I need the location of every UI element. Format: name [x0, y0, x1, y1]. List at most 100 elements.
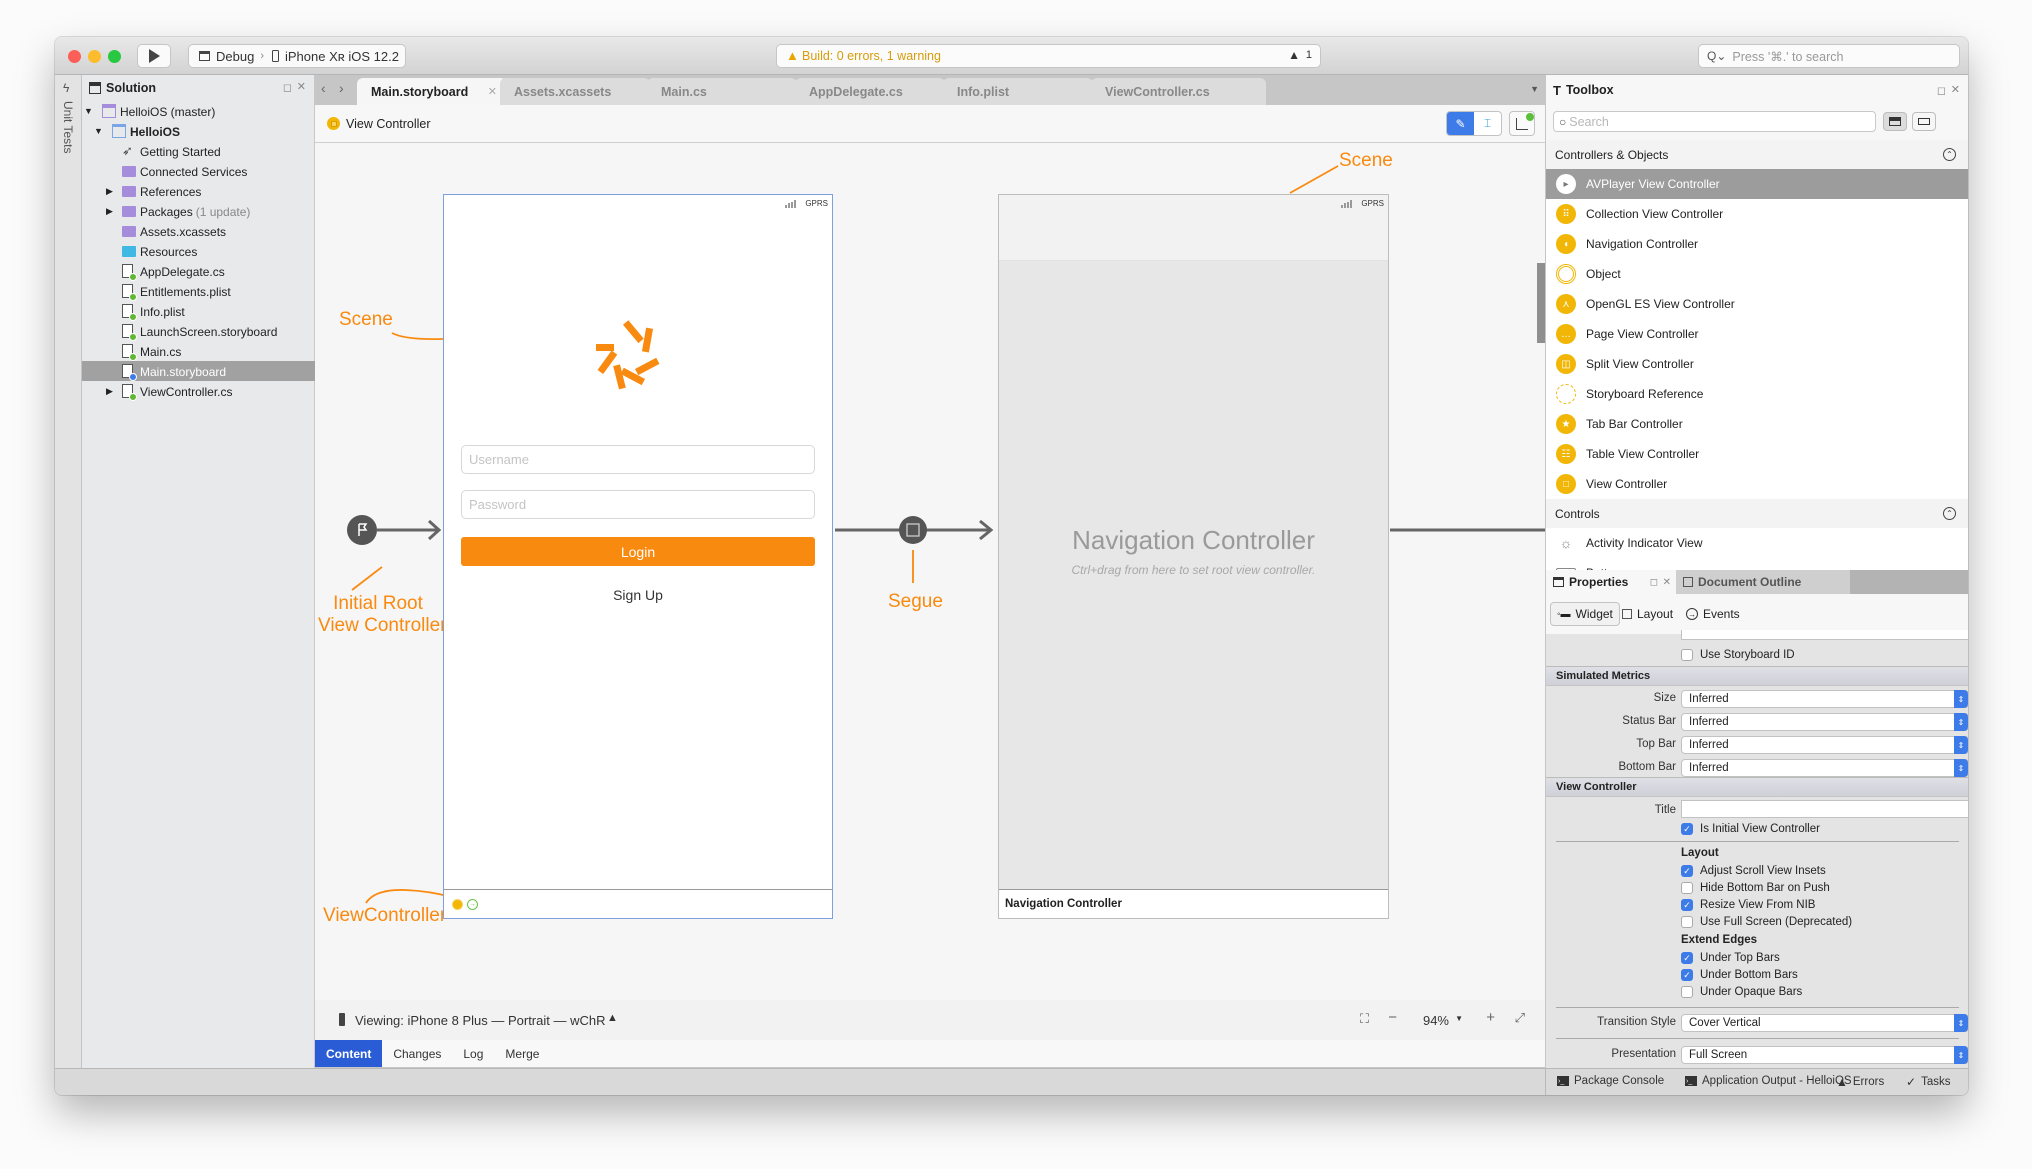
- option-checkbox[interactable]: Under Opaque Bars: [1681, 984, 1802, 1000]
- toolbox-item[interactable]: ☼ Activity Indicator View: [1546, 528, 1968, 558]
- option-checkbox[interactable]: ✓ Under Top Bars: [1681, 950, 1780, 966]
- solution-tree-item[interactable]: Main.storyboard: [82, 361, 315, 381]
- disclosure-collapsed-icon[interactable]: ▶: [106, 186, 113, 197]
- exit-dock-icon[interactable]: →: [467, 899, 478, 910]
- document-tab[interactable]: Main.cs: [647, 78, 797, 105]
- solution-tree-item[interactable]: ▶ ViewController.cs: [82, 381, 315, 401]
- unit-tests-tab[interactable]: Unit Tests: [61, 101, 75, 153]
- tab-overflow-icon[interactable]: ▼: [1530, 84, 1539, 94]
- use-storyboard-id-checkbox[interactable]: Use Storyboard ID: [1681, 647, 1795, 663]
- metric-select[interactable]: Inferred ⇕: [1681, 759, 1968, 777]
- solution-tree-item[interactable]: ▶ References: [82, 181, 315, 201]
- is-initial-vc-checkbox[interactable]: ✓ Is Initial View Controller: [1681, 821, 1820, 837]
- close-tab-icon[interactable]: ✕: [488, 85, 497, 98]
- toolbox-item[interactable]: □ View Controller: [1546, 469, 1968, 499]
- segue-node[interactable]: [899, 516, 927, 544]
- toolbox-item[interactable]: Storyboard Reference: [1546, 379, 1968, 409]
- close-pad-icon[interactable]: ✕: [1663, 577, 1671, 588]
- zoom-fit-icon[interactable]: ⛶: [1360, 1011, 1369, 1027]
- toolbox-item[interactable]: Object: [1546, 259, 1968, 289]
- mode-widget[interactable]: ◦▬ Widget: [1550, 602, 1620, 626]
- option-checkbox[interactable]: ✓ Resize View From NIB: [1681, 897, 1815, 913]
- solution-tree-item[interactable]: LaunchScreen.storyboard: [82, 321, 315, 341]
- option-checkbox[interactable]: ✓ Adjust Scroll View Insets: [1681, 863, 1826, 879]
- transition-style-select[interactable]: Cover Vertical ⇕: [1681, 1014, 1968, 1032]
- toolbox-item[interactable]: ☷ Table View Controller: [1546, 439, 1968, 469]
- document-tab[interactable]: Info.plist: [943, 78, 1093, 105]
- disclosure-expanded-icon[interactable]: ▼: [84, 106, 93, 116]
- collapse-section-icon[interactable]: ⌃: [1943, 148, 1956, 161]
- toolbox-item[interactable]: ★ Tab Bar Controller: [1546, 409, 1968, 439]
- viewing-label[interactable]: Viewing: iPhone 8 Plus — Portrait — wChR: [355, 1013, 605, 1028]
- zoom-in-button[interactable]: +: [1486, 1009, 1495, 1026]
- document-tab[interactable]: ViewController.cs: [1091, 78, 1266, 105]
- username-field[interactable]: Username: [461, 445, 815, 474]
- storyboard-id-field[interactable]: [1681, 630, 1968, 640]
- solution-tree-item[interactable]: Info.plist: [82, 301, 315, 321]
- option-checkbox[interactable]: ✓ Under Bottom Bars: [1681, 967, 1798, 983]
- orientation-icon[interactable]: ▲: [607, 1012, 618, 1024]
- build-status-bar[interactable]: ▲ Build: 0 errors, 1 warning ▲ 1: [776, 44, 1321, 68]
- solution-tree-item[interactable]: Assets.xcassets: [82, 221, 315, 241]
- editor-view-tab[interactable]: Log: [452, 1040, 494, 1067]
- toolbox-item[interactable]: ⋏ OpenGL ES View Controller: [1546, 289, 1968, 319]
- tab-document-outline[interactable]: Document Outline: [1676, 570, 1850, 594]
- option-checkbox[interactable]: Hide Bottom Bar on Push: [1681, 880, 1830, 896]
- canvas-vertical-scrollbar[interactable]: [1537, 263, 1545, 343]
- presentation-select[interactable]: Full Screen ⇕: [1681, 1046, 1968, 1064]
- metric-select[interactable]: Inferred ⇕: [1681, 713, 1968, 731]
- view-controller-dock-icon[interactable]: [452, 899, 463, 910]
- toolbox-search-input[interactable]: ○ Search: [1553, 111, 1876, 132]
- navigation-controller-scene[interactable]: GPRS Navigation Controller Ctrl+drag fro…: [998, 194, 1389, 919]
- run-button[interactable]: [137, 44, 171, 68]
- global-search-input[interactable]: Q⌄ Press '⌘.' to search: [1698, 44, 1960, 68]
- solution-tree-item[interactable]: Connected Services: [82, 161, 315, 181]
- toolbox-item[interactable]: ◫ Split View Controller: [1546, 349, 1968, 379]
- password-field[interactable]: Password: [461, 490, 815, 519]
- forward-icon[interactable]: ›: [339, 80, 344, 96]
- metric-select[interactable]: Inferred ⇕: [1681, 690, 1968, 708]
- package-console-button[interactable]: ›_ Package Console: [1557, 1075, 1664, 1087]
- back-icon[interactable]: ‹: [321, 80, 326, 96]
- storyboard-canvas[interactable]: Scene Scene View Initial RootView Contro…: [315, 143, 1545, 1000]
- zoom-out-button[interactable]: −: [1388, 1009, 1397, 1026]
- solution-tree-item[interactable]: ▶ Packages (1 update): [82, 201, 315, 221]
- nav-dock-label[interactable]: Navigation Controller: [1005, 898, 1122, 910]
- solution-tree-item[interactable]: ➶ Getting Started: [82, 141, 315, 161]
- document-tab[interactable]: Main.storyboard ✕: [357, 78, 507, 105]
- application-output-button[interactable]: ›_ Application Output - HelloiOS: [1685, 1075, 1852, 1087]
- tasks-button[interactable]: ✓ Tasks: [1906, 1075, 1950, 1089]
- collapse-section-icon[interactable]: ⌃: [1943, 507, 1956, 520]
- breadcrumb-item[interactable]: View Controller: [346, 117, 431, 131]
- errors-button[interactable]: ▲ Errors: [1836, 1075, 1884, 1089]
- title-input[interactable]: [1681, 800, 1968, 818]
- toolbox-item[interactable]: ▸ AVPlayer View Controller: [1546, 169, 1968, 199]
- solution-tree-item[interactable]: AppDelegate.cs: [82, 261, 315, 281]
- login-button[interactable]: Login: [461, 537, 815, 566]
- section-view-controller[interactable]: View Controller: [1546, 777, 1968, 797]
- mode-layout[interactable]: Layout: [1616, 602, 1679, 626]
- toolbox-item[interactable]: … Page View Controller: [1546, 319, 1968, 349]
- solution-tree-item[interactable]: Entitlements.plist: [82, 281, 315, 301]
- toolbox-item[interactable]: ◖ Navigation Controller: [1546, 229, 1968, 259]
- configuration-selector[interactable]: Debug › iPhone Xʀ iOS 12.2: [188, 44, 406, 68]
- close-pad-icon[interactable]: ✕: [297, 80, 306, 93]
- metric-select[interactable]: Inferred ⇕: [1681, 736, 1968, 754]
- solution-tree-item[interactable]: Resources: [82, 241, 315, 261]
- disclosure-collapsed-icon[interactable]: ▶: [106, 386, 113, 397]
- tab-properties[interactable]: Properties ◻ ✕: [1546, 570, 1676, 594]
- section-simulated-metrics[interactable]: Simulated Metrics: [1546, 666, 1968, 686]
- editor-view-tab[interactable]: Merge: [494, 1040, 550, 1067]
- grid-view-button[interactable]: [1912, 112, 1936, 131]
- signup-button[interactable]: Sign Up: [444, 587, 832, 603]
- login-scene[interactable]: GPRS Username Password Login Sign Up →: [443, 194, 833, 919]
- editor-view-tab[interactable]: Changes: [382, 1040, 452, 1067]
- solution-tree-item[interactable]: ▼ HelloiOS (master): [82, 101, 315, 121]
- zoom-level[interactable]: 94%: [1423, 1013, 1449, 1028]
- document-tab[interactable]: Assets.xcassets: [500, 78, 650, 105]
- toolbox-section-header[interactable]: Controllers & Objects ⌃: [1546, 140, 1968, 169]
- minimize-window-button[interactable]: [88, 50, 101, 63]
- solution-tree-item[interactable]: ▼ HelloiOS: [82, 121, 315, 141]
- zoom-window-button[interactable]: [108, 50, 121, 63]
- close-window-button[interactable]: [68, 50, 81, 63]
